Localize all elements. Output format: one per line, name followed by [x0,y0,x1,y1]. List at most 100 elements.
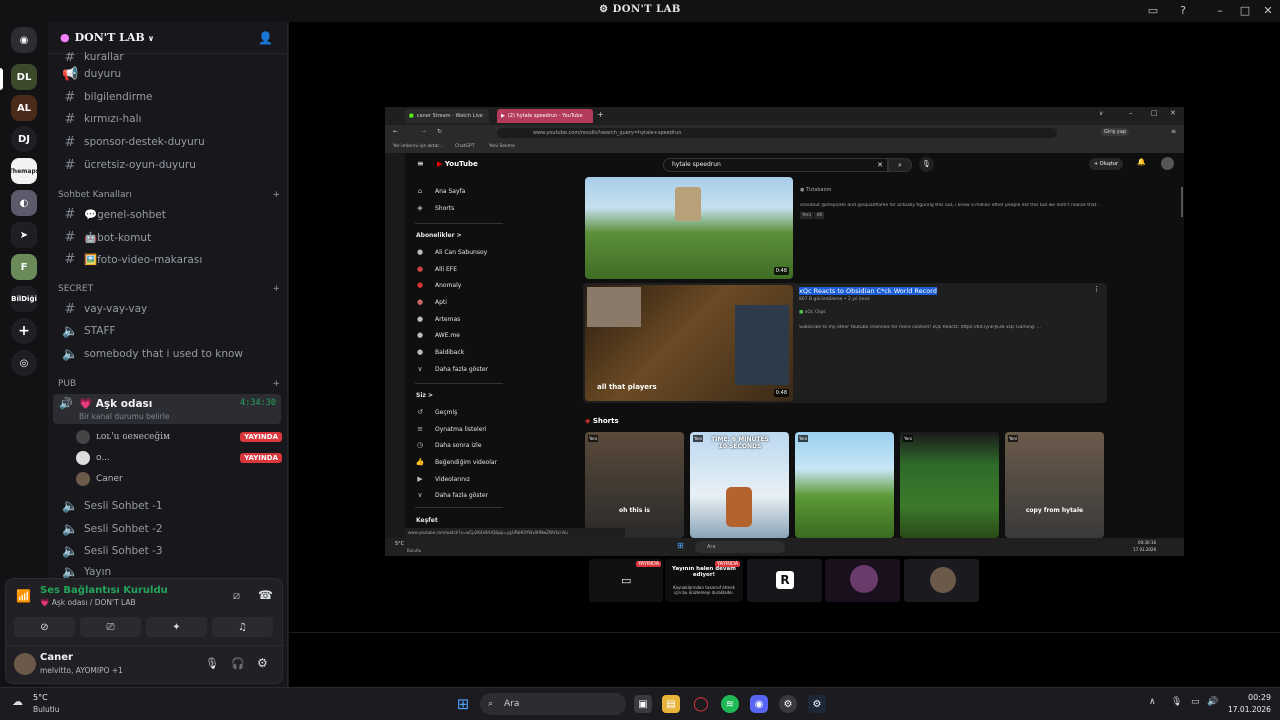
close-icon[interactable]: ✕ [1260,3,1276,19]
sidebar-sub[interactable]: ● Artemas [405,311,525,327]
minimize-icon[interactable]: – [1212,3,1228,19]
sidebar-history[interactable]: ↺ Geçmiş [405,404,525,420]
add-channel-icon[interactable]: + [272,190,280,200]
settings-gear-icon[interactable]: ⚙ [257,656,268,670]
add-channel-icon[interactable]: + [272,379,280,389]
sign-in-button[interactable]: Giriş yap [1101,128,1130,136]
disconnect-icon[interactable]: ☎ [258,588,273,602]
explore-header[interactable]: Keşfet [405,512,525,528]
menu-icon[interactable]: ≡ [1171,128,1176,135]
avatar[interactable] [14,653,36,675]
short-thumbnail[interactable]: Yeni [900,432,999,538]
noise-suppression-icon[interactable]: ⧄ [233,589,240,603]
channel-foto-video[interactable]: # 🖼️foto-video-makarası [56,248,282,270]
sidebar-sub[interactable]: ● AWE.me [405,327,525,343]
add-channel-icon[interactable]: + [272,284,280,294]
weather-temp[interactable]: 5°C [33,693,48,702]
channel-kurallar[interactable]: # kurallar [56,52,282,62]
short-thumbnail[interactable]: Yeni copy from hytale [1005,432,1104,538]
maximize-icon[interactable]: □ [1151,109,1158,117]
screen-share-button[interactable]: ⎚ [80,617,141,637]
scrollbar[interactable] [1181,187,1183,217]
spotify-icon[interactable]: ≋ [721,695,739,713]
minimize-icon[interactable]: – [1129,109,1133,117]
video-title[interactable]: xQc Reacts to Obsidian C*ck World Record [799,287,937,295]
avatar[interactable] [1161,157,1174,170]
sidebar-sub[interactable]: ● Ali Can Sabunsoy [405,244,525,260]
camera-button[interactable]: ⊘ [14,617,75,637]
voice-status[interactable]: Ses Bağlantısı Kuruldu [40,585,168,596]
server-dontlab-icon[interactable]: DL [11,64,37,90]
weather-cloud-icon[interactable]: ☁ [12,695,23,708]
tab-list-icon[interactable]: ∨ [1099,110,1103,117]
reload-icon[interactable]: ↻ [437,128,442,135]
video-thumbnail[interactable]: all that players 0:48 [585,285,793,401]
channel-vay[interactable]: # vay-vay-vay [56,298,282,320]
microphone-icon[interactable]: 🎙 [1171,697,1182,707]
category-sohbet[interactable]: Sohbet Kanalları + [58,190,280,200]
steam-icon[interactable]: ⚙ [808,695,826,713]
sidebar-liked[interactable]: 👍 Beğendiğim videolar [405,454,525,470]
server-f-icon[interactable]: F [11,254,37,280]
bookmark[interactable]: ChatGPT [455,144,474,149]
participant-tile[interactable] [904,559,979,602]
help-icon[interactable]: ? [1175,3,1191,19]
discord-icon[interactable]: ◉ [750,695,768,713]
server-photo-icon[interactable]: ◐ [11,190,37,216]
you-header[interactable]: Siz > [405,387,525,403]
video-channel[interactable]: ● Tiziabaom [800,187,832,193]
channel-yayin[interactable]: 🔈 Yayın [56,566,282,578]
video-thumbnail[interactable]: 0:48 [585,177,793,279]
channel-staff[interactable]: 🔈 STAFF [56,320,282,342]
category-pub[interactable]: PUB + [58,379,280,389]
sidebar-watch-later[interactable]: ◷ Daha sonra izle [405,437,525,453]
participant-tile[interactable] [825,559,900,602]
server-arrow-icon[interactable]: ➤ [11,222,37,248]
taskbar-search[interactable]: Ara [695,541,785,553]
weather-temp[interactable]: 5°C [395,541,404,547]
voice-search-icon[interactable]: 🎙 [919,157,934,172]
address-bar[interactable]: www.youtube.com/results?search_query=hyt… [497,128,1057,138]
channel-ucretsiz[interactable]: # ücretsiz-oyun-duyuru [56,154,282,176]
category-secret[interactable]: SECRET + [58,284,280,294]
browser-tab[interactable]: ■ caner Stream - Watch Live [405,109,489,123]
more-options-icon[interactable]: ⋮ [1093,285,1100,293]
stream-video[interactable]: ■ caner Stream - Watch Live ▶ (2) hytale s… [385,107,1184,556]
participant-tile[interactable]: ▭ YAYINDA [589,559,663,602]
voice-location[interactable]: 💗 Aşk odası / DON'T LAB [40,598,136,607]
clock-time[interactable]: 00:30:16 [1138,540,1156,545]
channel-sesli-1[interactable]: 🔈 Sesli Sohbet -1 [56,495,282,517]
youtube-search-button[interactable]: ⌕ [888,158,912,172]
participant-tile[interactable]: R [747,559,822,602]
youtube-search-input[interactable]: hytale speedrun ✕ [663,158,888,172]
opera-icon[interactable]: ◯ [692,695,710,713]
voice-user[interactable]: o... YAYINDA [76,448,282,468]
channel-bilgilendirme[interactable]: # bilgilendirme [56,86,282,108]
discord-home-icon[interactable]: ◉ [11,27,37,53]
channel-duyuru[interactable]: 📢 duyuru [56,63,282,85]
server-adlitt-icon[interactable]: AL [11,95,37,121]
clock-time[interactable]: 00:29 [1248,693,1271,702]
channel-sponsor[interactable]: # sponsor-destek-duyuru [56,131,282,153]
video-channel[interactable]: ■ xQc Clips [799,310,826,315]
short-thumbnail[interactable]: Yeni TIME: 6 MINUTES 10 SECONDS [690,432,789,538]
forward-icon[interactable]: → [421,128,426,135]
channel-sesli-2[interactable]: 🔈 Sesli Sohbet -2 [56,518,282,540]
short-thumbnail[interactable]: Yeni oh this is [585,432,684,538]
add-server-icon[interactable]: + [11,318,37,344]
active-voice-channel[interactable]: 🔊 💗 Aşk odası 4:34:30 Bir kanal durumu b… [53,394,281,424]
volume-icon[interactable]: 🔊 [1207,697,1218,707]
sidebar-sub[interactable]: ● Anomaly [405,277,525,293]
soundboard-button[interactable]: ♫ [212,617,273,637]
browser-tab-active[interactable]: ▶ (2) hytale speedrun - YouTube [497,109,593,123]
new-tab-icon[interactable]: + [597,110,604,119]
network-icon[interactable]: ▭ [1191,697,1200,707]
sidebar-item-home[interactable]: ⌂ Ana Sayfa [405,183,525,199]
channel-bot-komut[interactable]: # 🤖bot-komut [56,226,282,248]
close-icon[interactable]: ✕ [1170,109,1176,117]
voice-user[interactable]: Caner [76,469,282,489]
discover-icon[interactable]: ◎ [11,350,37,376]
sidebar-sub[interactable]: ● Alli EFE [405,261,525,277]
create-button[interactable]: + Oluştur [1089,158,1124,170]
back-icon[interactable]: ← [393,128,398,135]
